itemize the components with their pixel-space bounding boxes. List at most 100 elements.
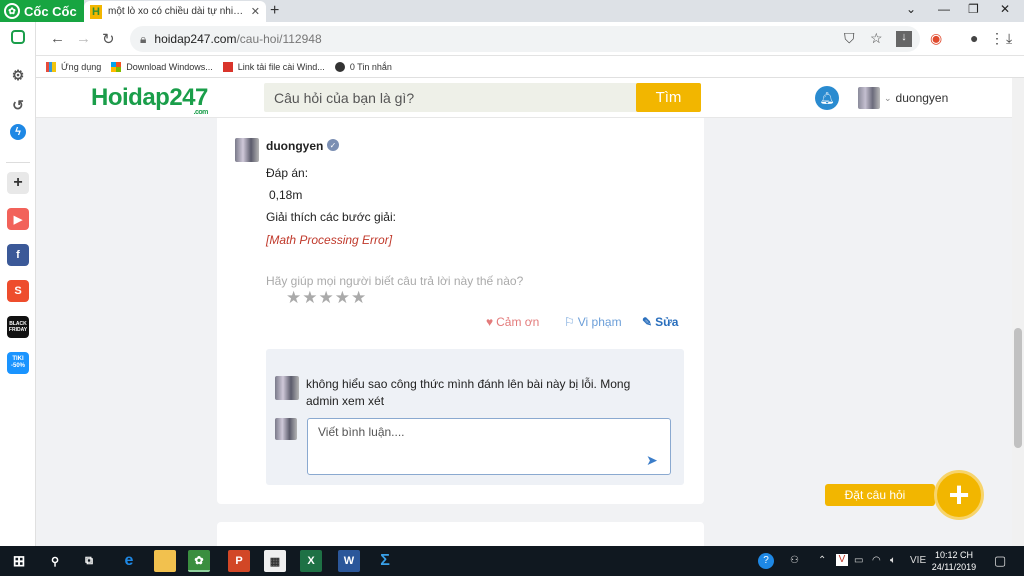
bookmark-download-windows[interactable]: Download Windows... [111,61,213,72]
reload-icon[interactable]: ↻ [102,30,115,48]
report-button[interactable]: ⚐ Vi phạm [564,315,622,329]
add-icon[interactable]: + [7,172,29,194]
answer-author[interactable]: duongyen [266,139,323,153]
task-view-icon[interactable]: ⧉ [78,550,100,572]
downloads-icon[interactable]: ⤓ [1006,30,1012,47]
thanks-label: Cảm ơn [496,315,540,329]
pencil-icon: ✎ [642,315,653,329]
edge-icon[interactable]: e [118,550,140,572]
avatar [275,418,297,440]
math-error: [Math Processing Error] [266,233,393,247]
notification-bell-icon[interactable]: 🔔︎ [815,86,839,110]
edit-label: Sửa [655,315,679,329]
store-icon[interactable]: ▦ [264,550,286,572]
shield-icon[interactable]: ⛉ [844,30,855,47]
user-menu[interactable]: ⌄ duongyen [858,87,948,109]
ask-question-button[interactable]: Đặt câu hỏi [825,484,935,506]
coccoc-menu-button[interactable]: ✿ Cốc Cốc [0,0,84,22]
notification-center-icon[interactable]: ▢ [994,553,1006,569]
pdf-icon [222,61,233,72]
settings-icon[interactable]: ⚙ [7,64,29,86]
help-icon[interactable]: ? [758,553,774,569]
heart-icon: ♥ [486,315,494,329]
people-icon[interactable]: ⚇ [790,555,799,566]
bookmark-tin-nhan[interactable]: 0 Tin nhắn [334,61,392,72]
coccoc-taskbar-icon[interactable]: ✿ [188,550,210,572]
file-explorer-icon[interactable] [154,550,176,572]
tab-icon[interactable] [11,30,25,44]
browser-titlebar: ✿ Cốc Cốc H một lò xo có chiều dài tự nh… [0,0,1024,22]
thanks-button[interactable]: ♥ Cảm ơn [486,315,539,329]
facebook-icon[interactable]: f [7,244,29,266]
more-menu-icon[interactable]: ⋮ [990,30,1004,47]
answer-label: Đáp án: [266,166,309,180]
messenger-icon[interactable]: ϟ [10,124,26,140]
chevron-up-icon[interactable]: ⌃ [818,555,826,566]
star-rating[interactable]: ★★★★★ [286,288,367,308]
address-bar[interactable]: 🔒︎ hoidap247.com/cau-hoi/112948 [130,26,920,52]
avatar[interactable] [235,138,259,162]
search-form: Tìm [264,83,701,112]
answer-card: duongyen ✓ Đáp án: 0,18m Giải thích các … [217,118,704,504]
close-window-icon[interactable]: ✕ [1000,2,1010,16]
battery-icon[interactable]: ▭ [854,555,863,566]
history-icon[interactable]: ↺ [7,94,29,116]
shopee-icon[interactable]: S [7,280,29,302]
bookmark-label: Download Windows... [126,61,213,72]
black-friday-icon[interactable]: BLACK FRIDAY [7,316,29,338]
extension-icon[interactable]: ◉ [930,30,942,47]
tab-title: một lò xo có chiều dài tự nhiên 30 [108,6,245,17]
hoidap-favicon-icon: H [90,4,102,19]
scrollbar-thumb[interactable] [1014,328,1022,448]
browser-brand: Cốc Cốc [24,3,77,19]
site-header: Hoidap247.com Tìm 🔔︎ ⌄ duongyen [36,78,1012,118]
lock-icon: 🔒︎ [140,31,147,46]
taskbar-clock[interactable]: 10:12 CH 24/11/2019 [928,549,980,573]
globe-icon [334,61,345,72]
chevron-down-icon: ⌄ [884,92,892,103]
back-arrow-icon[interactable]: ← [50,30,65,47]
new-tab-icon[interactable]: + [270,2,279,20]
account-icon[interactable]: ● [970,30,978,46]
download-video-icon[interactable]: ↓ [896,31,912,47]
avatar[interactable] [275,376,299,400]
input-language[interactable]: VIE [910,555,926,566]
send-icon[interactable]: ➤ [646,452,658,469]
restore-icon[interactable]: ❐ [968,2,979,16]
forward-arrow-icon[interactable]: → [76,30,91,47]
bookmark-label: Ứng dụng [61,61,102,72]
windows-taskbar: ⊞ ⚲ ⧉ e ✿ P ▦ X W Σ ? ⚇ ⌃ V ▭ ◠ 🔈︎ VIE 1… [0,546,1024,576]
url-host: hoidap247.com [154,32,237,46]
tab-close-icon[interactable]: ✕ [251,5,260,18]
sigma-app-icon[interactable]: Σ [374,550,396,572]
powerpoint-icon[interactable]: P [228,550,250,572]
comment-input[interactable] [307,418,671,475]
tiki-icon[interactable]: TIKI -50% [7,352,29,374]
browser-toolbar: ← → ↻ 🔒︎ hoidap247.com/cau-hoi/112948 ⛉ … [36,22,1024,56]
page-scrollbar[interactable] [1012,78,1024,546]
browser-tab[interactable]: H một lò xo có chiều dài tự nhiên 30 ✕ [84,1,266,22]
edit-button[interactable]: ✎ Sửa [642,315,678,329]
word-icon[interactable]: W [338,550,360,572]
clock-time: 10:12 CH [934,550,974,560]
site-logo-suffix: .com [193,109,209,116]
plus-icon[interactable]: + [934,470,984,520]
youtube-icon[interactable]: ▶ [7,208,29,230]
menu-chevron-icon[interactable]: ⌄ [906,2,916,16]
bookmark-label: Link tải file cài Wind... [237,61,325,72]
search-icon[interactable]: ⚲ [44,550,66,572]
browser-sidebar: ⚙ ↺ ϟ + ▶ f S BLACK FRIDAY TIKI -50% [0,22,36,546]
volume-icon[interactable]: 🔈︎ [890,555,896,566]
unikey-icon[interactable]: V [836,554,848,566]
bookmark-star-icon[interactable]: ☆ [870,30,883,47]
bookmark-link-tai-file[interactable]: Link tải file cài Wind... [222,61,325,72]
site-logo[interactable]: Hoidap247 .com [91,84,208,116]
search-button[interactable]: Tìm [636,83,701,112]
wifi-icon[interactable]: ◠ [872,555,881,566]
windows-start-icon[interactable]: ⊞ [8,550,30,572]
minimize-icon[interactable]: — [938,2,950,16]
search-input[interactable] [264,83,636,112]
bookmark-apps[interactable]: Ứng dụng [46,61,102,72]
bookmarks-bar: Ứng dụng Download Windows... Link tải fi… [36,56,1024,78]
excel-icon[interactable]: X [300,550,322,572]
